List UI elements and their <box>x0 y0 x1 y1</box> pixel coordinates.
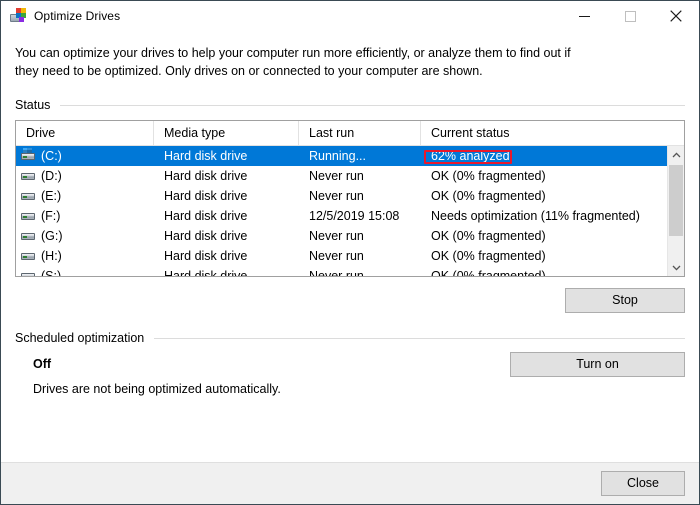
drive-label: (D:) <box>41 169 62 183</box>
table-row[interactable]: (S:) Hard disk drive Never run OK (0% fragm… <box>16 266 667 276</box>
table-row[interactable]: (H:) Hard disk drive Never run OK (0% fragm… <box>16 246 667 266</box>
table-row[interactable]: (C:) Hard disk drive Running... 62% analyze… <box>16 146 667 166</box>
cell-last-run: Never run <box>309 229 364 243</box>
cell-media-type: Hard disk drive <box>164 249 248 263</box>
scheduled-group-label: Scheduled optimization <box>15 331 145 345</box>
system-drive-icon <box>20 148 36 164</box>
cell-last-run: 12/5/2019 15:08 <box>309 209 400 223</box>
drive-icon <box>20 188 36 204</box>
minimize-button[interactable] <box>561 1 607 31</box>
drive-icon <box>20 168 36 184</box>
stop-button[interactable]: Stop <box>565 288 685 313</box>
drive-label: (F:) <box>41 209 61 223</box>
cell-media-type: Hard disk drive <box>164 169 248 183</box>
cell-drive: (D:) <box>16 168 154 184</box>
drive-label: (S:) <box>41 269 62 276</box>
intro-text: You can optimize your drives to help you… <box>15 46 571 78</box>
optimize-drives-window: Optimize Drives You can optimize your dr… <box>0 0 700 505</box>
close-icon <box>670 10 682 22</box>
minimize-icon <box>578 15 590 17</box>
maximize-button[interactable] <box>607 1 653 31</box>
turn-on-button[interactable]: Turn on <box>510 352 685 377</box>
status-group-divider <box>60 104 685 106</box>
drives-list-body: (C:) Hard disk drive Running... 62% analyze… <box>16 146 684 276</box>
close-dialog-button[interactable]: Close <box>601 471 685 496</box>
scheduled-group-header: Scheduled optimization <box>15 331 685 345</box>
scheduled-body: Off Drives are not being optimized autom… <box>15 352 685 417</box>
status-group-label: Status <box>15 98 51 112</box>
table-row[interactable]: (D:) Hard disk drive Never run OK (0% fragm… <box>16 166 667 186</box>
drives-row-container: (C:) Hard disk drive Running... 62% analyze… <box>16 146 667 276</box>
dialog-content: You can optimize your drives to help you… <box>1 31 699 462</box>
status-group-header: Status <box>15 98 685 112</box>
column-header-last-run[interactable]: Last run <box>299 121 421 145</box>
column-header-drive[interactable]: Drive <box>16 121 154 145</box>
drives-list-header: Drive Media type Last run Current status <box>16 121 684 146</box>
cell-media-type: Hard disk drive <box>164 269 248 276</box>
cell-drive: (H:) <box>16 248 154 264</box>
cell-last-run: Never run <box>309 249 364 263</box>
cell-current-status: OK (0% fragmented) <box>431 169 546 183</box>
table-row[interactable]: (F:) Hard disk drive 12/5/2019 15:08 Needs … <box>16 206 667 226</box>
chevron-down-icon <box>672 265 680 271</box>
title-bar-left: Optimize Drives <box>1 8 561 24</box>
column-header-media-type[interactable]: Media type <box>154 121 299 145</box>
drive-label: (H:) <box>41 249 62 263</box>
table-row[interactable]: (E:) Hard disk drive Never run OK (0% fragm… <box>16 186 667 206</box>
cell-current-status: OK (0% fragmented) <box>431 189 546 203</box>
drives-list-scrollbar[interactable] <box>667 146 684 276</box>
optimize-drives-icon <box>10 8 26 24</box>
drive-label: (C:) <box>41 149 62 163</box>
cell-last-run: Never run <box>309 189 364 203</box>
drive-icon <box>20 248 36 264</box>
cell-media-type: Hard disk drive <box>164 229 248 243</box>
window-title: Optimize Drives <box>34 9 121 23</box>
scheduled-group-divider <box>154 337 685 339</box>
cell-current-status: 62% analyzed <box>431 149 510 163</box>
cell-media-type: Hard disk drive <box>164 149 248 163</box>
cell-drive: (G:) <box>16 228 154 244</box>
window-controls <box>561 1 699 31</box>
cell-drive: (F:) <box>16 208 154 224</box>
schedule-description: Drives are not being optimized automatic… <box>33 382 281 396</box>
drive-label: (E:) <box>41 189 62 203</box>
cell-last-run: Never run <box>309 169 364 183</box>
drive-label: (G:) <box>41 229 63 243</box>
cell-drive: (C:) <box>16 148 154 164</box>
cell-current-status: OK (0% fragmented) <box>431 269 546 276</box>
scroll-up-button[interactable] <box>668 146 684 163</box>
drive-icon <box>20 208 36 224</box>
cell-current-status: Needs optimization (11% fragmented) <box>431 209 640 223</box>
scroll-down-button[interactable] <box>668 259 684 276</box>
column-header-current-status[interactable]: Current status <box>421 121 684 145</box>
cell-media-type: Hard disk drive <box>164 189 248 203</box>
cell-drive: (E:) <box>16 188 154 204</box>
title-bar[interactable]: Optimize Drives <box>1 1 699 31</box>
chevron-up-icon <box>672 151 680 157</box>
table-row[interactable]: (G:) Hard disk drive Never run OK (0% fragm… <box>16 226 667 246</box>
cell-current-status: OK (0% fragmented) <box>431 249 546 263</box>
stop-button-row: Stop <box>15 288 685 313</box>
dialog-footer: Close <box>1 462 699 504</box>
drive-icon <box>20 268 36 276</box>
drive-icon <box>20 228 36 244</box>
drives-list[interactable]: Drive Media type Last run Current status… <box>15 120 685 277</box>
scrollbar-thumb[interactable] <box>669 165 683 236</box>
close-button[interactable] <box>653 1 699 31</box>
cell-current-status: OK (0% fragmented) <box>431 229 546 243</box>
cell-last-run: Running... <box>309 149 366 163</box>
cell-last-run: Never run <box>309 269 364 276</box>
maximize-icon <box>624 10 636 22</box>
cell-drive: (S:) <box>16 268 154 276</box>
cell-media-type: Hard disk drive <box>164 209 248 223</box>
